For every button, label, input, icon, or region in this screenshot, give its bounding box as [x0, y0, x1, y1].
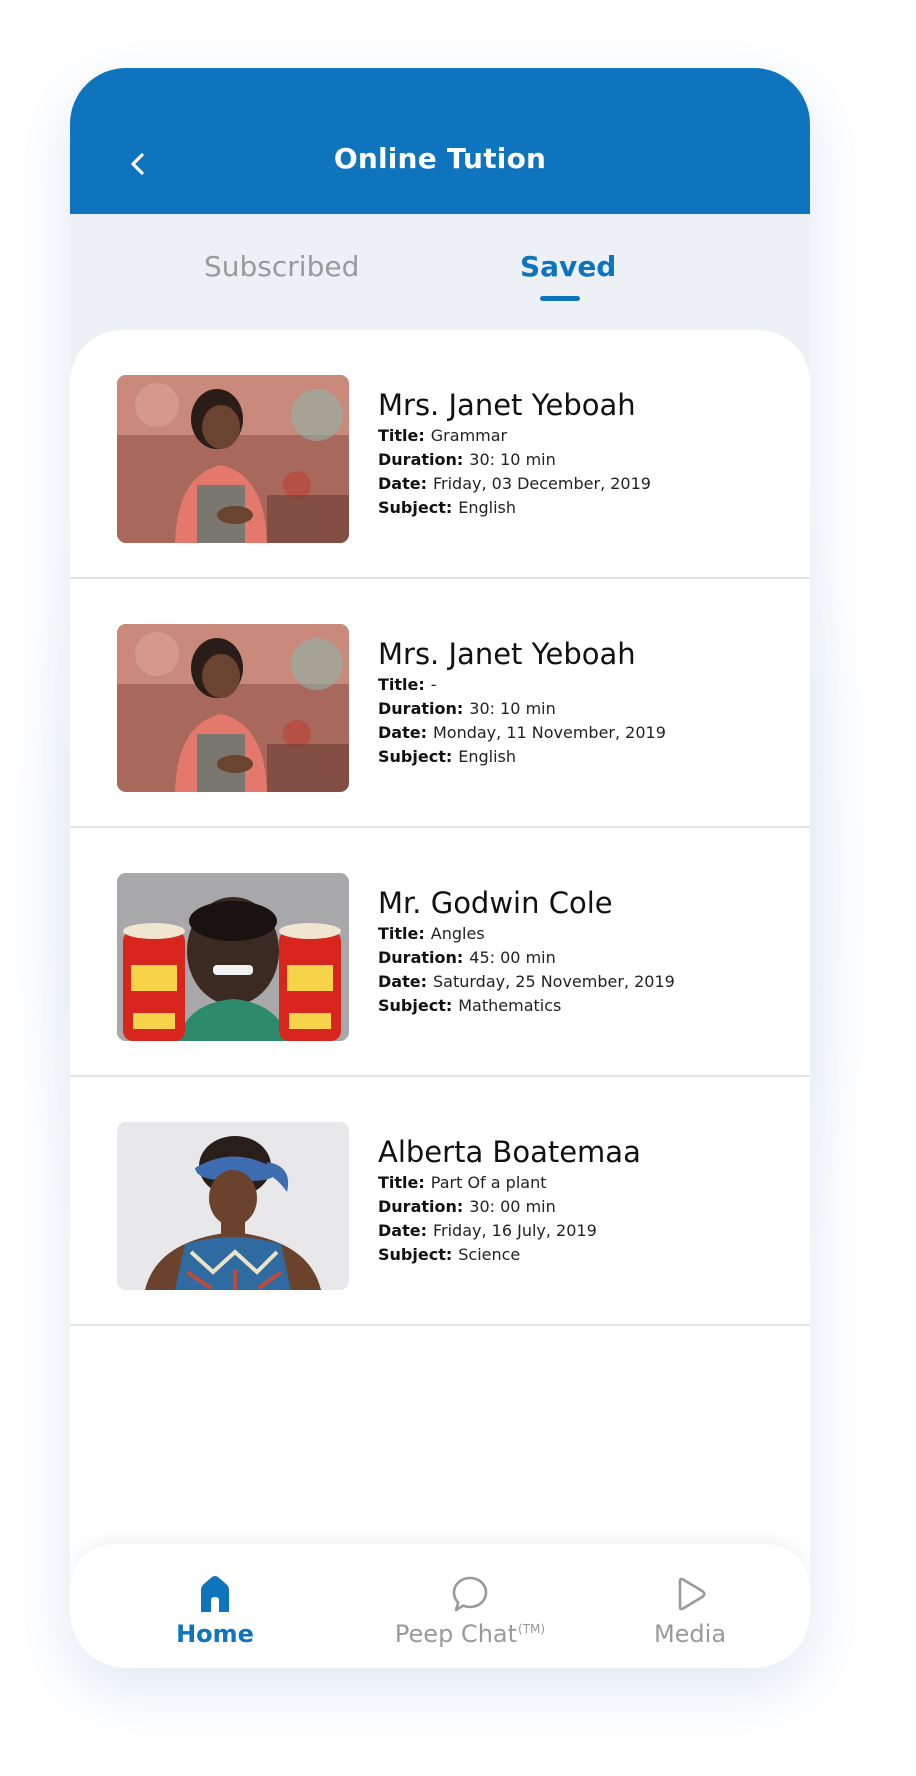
- subject-value: English: [458, 747, 517, 766]
- nav-home[interactable]: Home: [150, 1574, 280, 1648]
- tutor-name: Mrs. Janet Yeboah: [378, 637, 636, 671]
- active-tab-indicator: [540, 296, 580, 301]
- tutor-name: Alberta Boatemaa: [378, 1135, 641, 1169]
- subject-label: Subject:: [378, 1245, 453, 1264]
- title-label: Title:: [378, 1173, 425, 1192]
- nav-home-label: Home: [176, 1620, 254, 1648]
- play-icon: [678, 1577, 706, 1611]
- app-header: Online Tution: [70, 68, 810, 214]
- tab-subscribed[interactable]: Subscribed: [204, 250, 359, 283]
- title-value: -: [430, 675, 437, 694]
- duration-value: 30: 10 min: [469, 699, 556, 718]
- date-label: Date:: [378, 1221, 427, 1240]
- list-item[interactable]: Mrs. Janet Yeboah Title: Grammar Duration…: [70, 330, 810, 579]
- title-label: Title:: [378, 426, 425, 445]
- list-item[interactable]: Mrs. Janet Yeboah Title: - Duration: 30: 1…: [70, 579, 810, 828]
- nav-chat-label: Peep Chat: [394, 1620, 518, 1648]
- tutor-name: Mr. Godwin Cole: [378, 886, 613, 920]
- screen-background: Online Tution Subscribed Saved Mrs. Jane…: [0, 0, 916, 1776]
- subject-label: Subject:: [378, 747, 453, 766]
- tab-saved[interactable]: Saved: [520, 250, 616, 283]
- list-item[interactable]: Alberta Boatemaa Title: Part Of a plant D…: [70, 1077, 810, 1326]
- subject-value: Science: [458, 1245, 521, 1264]
- duration-label: Duration:: [378, 699, 464, 718]
- bottom-navigation: Home Peep Chat(TM) Media: [70, 1544, 810, 1668]
- title-value: Angles: [430, 924, 485, 943]
- title-label: Title:: [378, 675, 425, 694]
- date-label: Date:: [378, 972, 427, 991]
- subject-value: Mathematics: [458, 996, 562, 1015]
- subject-label: Subject:: [378, 996, 453, 1015]
- date-value: Monday, 11 November, 2019: [432, 723, 666, 742]
- chat-bubble-icon: [452, 1576, 488, 1612]
- date-label: Date:: [378, 474, 427, 493]
- date-value: Saturday, 25 November, 2019: [432, 972, 675, 991]
- home-icon: [201, 1576, 229, 1612]
- title-value: Grammar: [430, 426, 508, 445]
- duration-label: Duration:: [378, 450, 464, 469]
- tutor-photo: [117, 873, 349, 1041]
- nav-peep-chat[interactable]: Peep Chat(TM): [370, 1574, 570, 1648]
- tutor-photo: [117, 375, 349, 543]
- title-value: Part Of a plant: [430, 1173, 547, 1192]
- date-value: Friday, 03 December, 2019: [432, 474, 651, 493]
- duration-value: 30: 00 min: [469, 1197, 556, 1216]
- duration-label: Duration:: [378, 948, 464, 967]
- nav-media[interactable]: Media: [630, 1574, 750, 1648]
- tutor-list: Mrs. Janet Yeboah Title: Grammar Duration…: [70, 330, 810, 1668]
- duration-label: Duration:: [378, 1197, 464, 1216]
- tutor-photo: [117, 1122, 349, 1290]
- nav-media-label: Media: [653, 1620, 727, 1648]
- phone-frame: Online Tution Subscribed Saved Mrs. Jane…: [70, 68, 810, 1668]
- duration-value: 45: 00 min: [469, 948, 556, 967]
- subject-value: English: [458, 498, 517, 517]
- tutor-photo: [117, 624, 349, 792]
- list-item[interactable]: Mr. Godwin Cole Title: Angles Duration: 45…: [70, 828, 810, 1077]
- trademark-mark: (TM): [518, 1622, 546, 1636]
- date-value: Friday, 16 July, 2019: [432, 1221, 597, 1240]
- tutor-name: Mrs. Janet Yeboah: [378, 388, 636, 422]
- date-label: Date:: [378, 723, 427, 742]
- subject-label: Subject:: [378, 498, 453, 517]
- duration-value: 30: 10 min: [469, 450, 556, 469]
- title-label: Title:: [378, 924, 425, 943]
- page-title: Online Tution: [333, 142, 547, 175]
